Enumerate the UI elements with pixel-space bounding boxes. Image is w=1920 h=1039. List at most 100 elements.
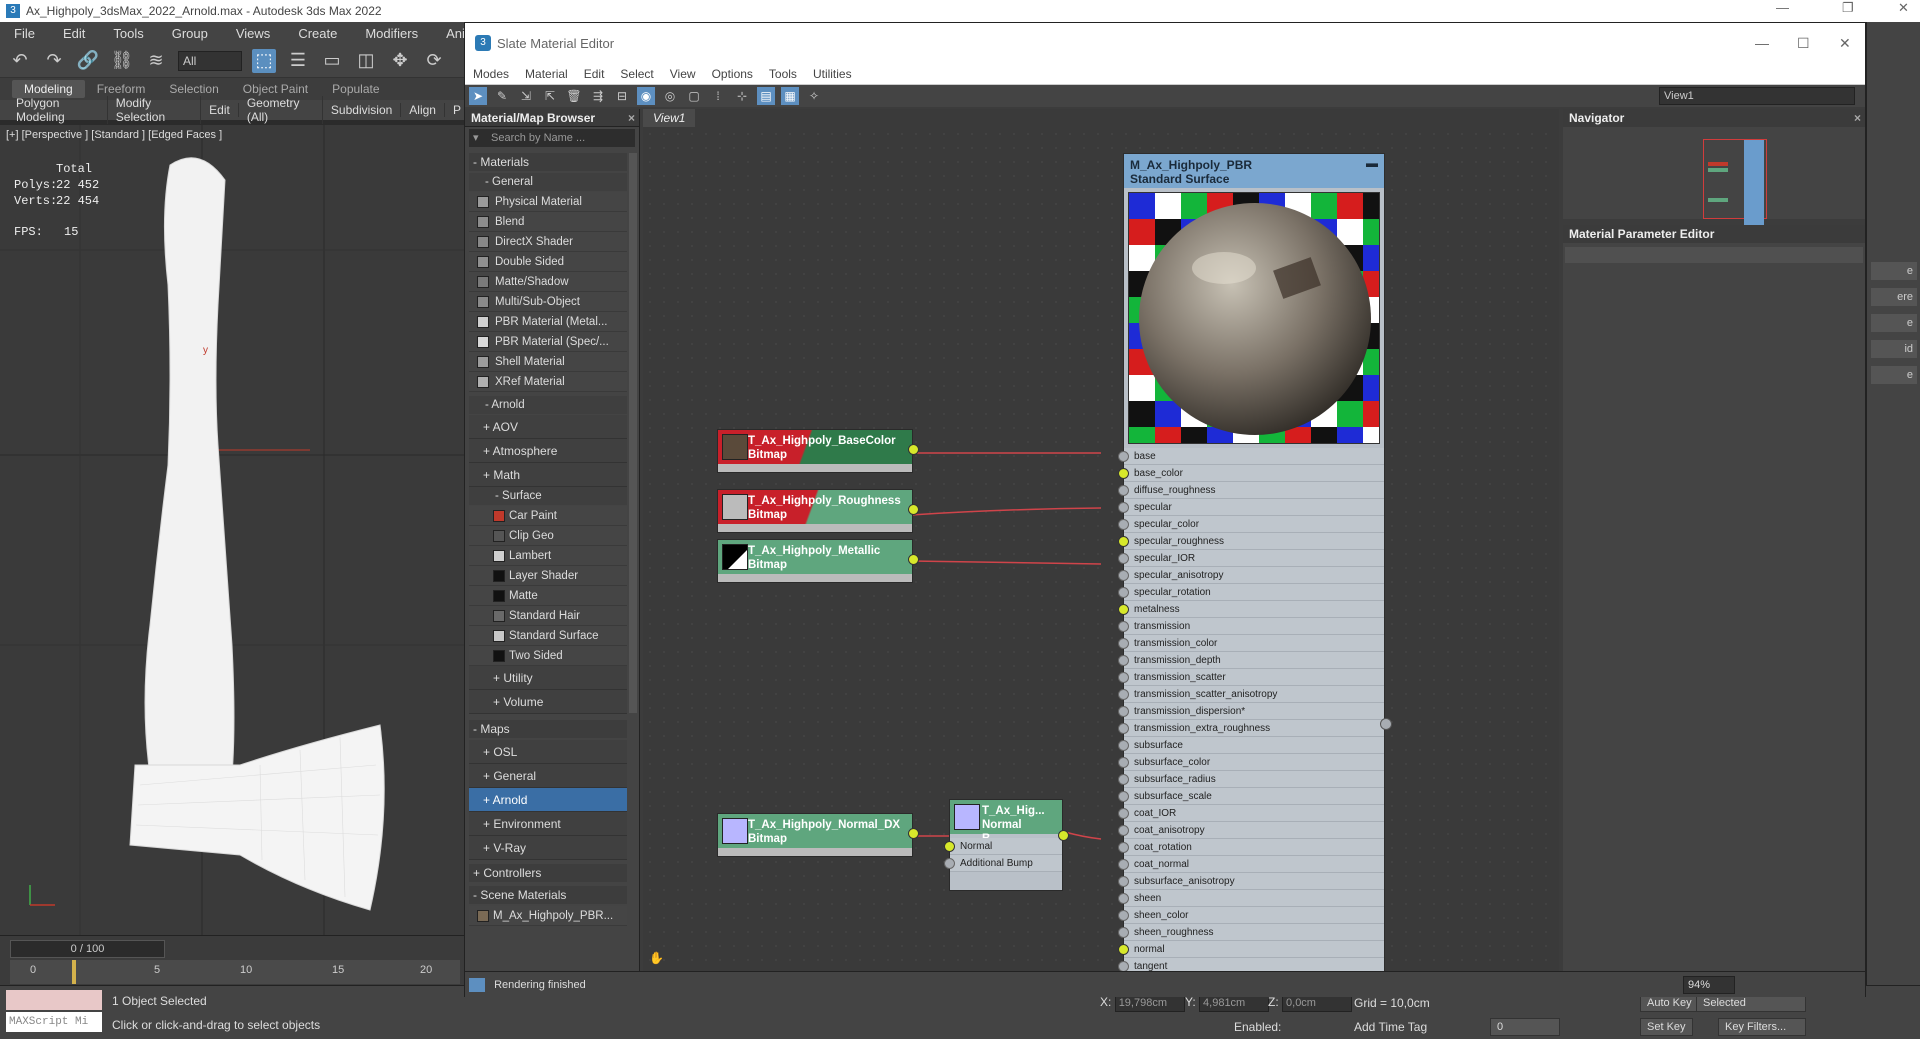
layout-children-icon[interactable]: ⊹ [733, 87, 751, 105]
slate-menu-tools[interactable]: Tools [761, 67, 805, 81]
collapse-icon[interactable]: ▬ [1366, 156, 1378, 170]
add-time-tag[interactable]: Add Time Tag [1354, 1020, 1427, 1034]
browser-item-double-sided[interactable]: Double Sided [469, 252, 627, 272]
browser-item-physical-material[interactable]: Physical Material [469, 192, 627, 212]
key-filters-button[interactable]: Key Filters... [1718, 1018, 1806, 1036]
browser-search-input[interactable]: Search by Name ... [469, 129, 635, 147]
arnold-cat-aov[interactable]: + AOV [469, 415, 627, 439]
group-arnold[interactable]: - Arnold [469, 396, 627, 414]
unlink-icon[interactable]: ⛓ [110, 49, 134, 73]
move-icon[interactable]: ✥ [388, 49, 412, 73]
group-materials[interactable]: - Materials [469, 153, 627, 171]
maps-cat-osl[interactable]: + OSL [469, 740, 627, 764]
current-frame-field[interactable]: 0 [1490, 1018, 1560, 1036]
slate-menu-modes[interactable]: Modes [465, 67, 517, 81]
input-socket[interactable] [1118, 740, 1129, 751]
input-socket[interactable] [1118, 519, 1129, 530]
assign-material-icon[interactable]: ⇱ [541, 87, 559, 105]
ribbon-edit[interactable]: Edit [201, 103, 239, 117]
slate-menu-utilities[interactable]: Utilities [805, 67, 860, 81]
browser-item-standard-surface[interactable]: Standard Surface [469, 626, 627, 646]
browser-item-car-paint[interactable]: Car Paint [469, 506, 627, 526]
node-canvas[interactable]: T_Ax_Highpoly_BaseColor Bitmap T_Ax_High… [643, 127, 1559, 971]
show-background-icon[interactable]: ◎ [661, 87, 679, 105]
input-socket[interactable] [1118, 553, 1129, 564]
hide-unused-icon[interactable]: ⊟ [613, 87, 631, 105]
zoom-dropdown[interactable]: 94% [1683, 976, 1735, 994]
group-general[interactable]: - General [469, 173, 627, 191]
menu-file[interactable]: File [0, 26, 49, 41]
browser-item-matte-shadow[interactable]: Matte/Shadow [469, 272, 627, 292]
redo-icon[interactable]: ↷ [42, 49, 66, 73]
browser-item-directx-shader[interactable]: DirectX Shader [469, 232, 627, 252]
bitmap-node-normal[interactable]: T_Ax_Highpoly_Normal_DX Bitmap [717, 813, 919, 857]
ribbon-geometry[interactable]: Geometry (All) [239, 96, 323, 124]
view-tab-view1[interactable]: View1 [643, 109, 696, 127]
ribbon-tab-populate[interactable]: Populate [320, 80, 391, 98]
perspective-viewport[interactable]: y [+] [Perspective ] [Standard ] [Edged … [0, 125, 464, 935]
arnold-cat-math[interactable]: + Math [469, 463, 627, 487]
input-socket[interactable] [1118, 587, 1129, 598]
close-icon[interactable]: ✕ [1898, 0, 1909, 16]
viewport-label[interactable]: [+] [Perspective ] [Standard ] [Edged Fa… [6, 129, 222, 141]
browser-item-matte[interactable]: Matte [469, 586, 627, 606]
input-socket[interactable] [1118, 774, 1129, 785]
input-socket[interactable] [1118, 944, 1129, 955]
ribbon-polygon-modeling[interactable]: Polygon Modeling [8, 96, 108, 124]
menu-create[interactable]: Create [284, 26, 351, 41]
browser-item-pbr-material-spec[interactable]: PBR Material (Spec/... [469, 332, 627, 352]
menu-modifiers[interactable]: Modifiers [351, 26, 432, 41]
bitmap-node-metallic[interactable]: T_Ax_Highpoly_Metallic Bitmap [717, 539, 919, 583]
select-tool-icon[interactable]: ➤ [469, 87, 487, 105]
browser-item-clip-geo[interactable]: Clip Geo [469, 526, 627, 546]
input-socket[interactable] [1118, 502, 1129, 513]
output-socket[interactable] [1058, 830, 1069, 841]
maps-cat-environment[interactable]: + Environment [469, 812, 627, 836]
input-socket[interactable] [1118, 842, 1129, 853]
input-socket[interactable] [944, 858, 955, 869]
menu-group[interactable]: Group [158, 26, 222, 41]
input-socket[interactable] [1118, 672, 1129, 683]
rotate-icon[interactable]: ⟳ [422, 49, 446, 73]
arnold-cat-utility[interactable]: + Utility [469, 666, 627, 690]
bitmap-node-basecolor[interactable]: T_Ax_Highpoly_BaseColor Bitmap [717, 429, 919, 473]
layout-all-icon[interactable]: ⁞ [709, 87, 727, 105]
material-browser-toggle-icon[interactable]: ▤ [757, 87, 775, 105]
input-socket[interactable] [1118, 570, 1129, 581]
input-socket[interactable] [1118, 876, 1129, 887]
group-controllers[interactable]: + Controllers [469, 864, 627, 882]
time-marker[interactable] [72, 960, 76, 984]
arnold-cat-volume[interactable]: + Volume [469, 690, 627, 714]
browser-item-xref-material[interactable]: XRef Material [469, 372, 627, 392]
normal-bump-node[interactable]: T_Ax_Hig... Normal B... Normal Additiona… [944, 799, 1069, 891]
input-socket[interactable] [1118, 961, 1129, 971]
command-panel-button[interactable]: e [1871, 262, 1917, 280]
input-socket[interactable] [1118, 808, 1129, 819]
select-object-icon[interactable]: ⬚ [252, 48, 276, 73]
command-panel-button[interactable]: e [1871, 314, 1917, 332]
input-socket[interactable] [1118, 604, 1129, 615]
slate-minimize-icon[interactable]: — [1755, 35, 1769, 51]
input-socket[interactable] [1118, 638, 1129, 649]
input-socket[interactable] [1118, 621, 1129, 632]
menu-views[interactable]: Views [222, 26, 284, 41]
pick-material-icon[interactable]: ✎ [493, 87, 511, 105]
maps-cat-general[interactable]: + General [469, 764, 627, 788]
input-socket[interactable] [1118, 655, 1129, 666]
ribbon-modify-selection[interactable]: Modify Selection [108, 96, 202, 124]
input-socket[interactable] [944, 841, 955, 852]
parameter-editor-toggle-icon[interactable]: ▦ [781, 87, 799, 105]
maxscript-mini-input[interactable]: MAXScript Mi [6, 1012, 102, 1032]
input-socket[interactable] [1118, 536, 1129, 547]
output-socket[interactable] [908, 444, 919, 455]
slate-menu-view[interactable]: View [662, 67, 704, 81]
output-socket[interactable] [908, 504, 919, 515]
browser-item-shell-material[interactable]: Shell Material [469, 352, 627, 372]
input-socket[interactable] [1118, 893, 1129, 904]
restore-icon[interactable]: ❐ [1842, 0, 1854, 16]
standard-surface-node[interactable]: M_Ax_Highpoly_PBR Standard Surface ▬ bas… [1118, 153, 1392, 971]
timeline-track[interactable]: 0 5 10 15 20 [10, 960, 460, 984]
slate-close-icon[interactable]: ✕ [1839, 35, 1851, 52]
slate-menu-edit[interactable]: Edit [576, 67, 613, 81]
maxscript-listener[interactable] [6, 990, 102, 1010]
